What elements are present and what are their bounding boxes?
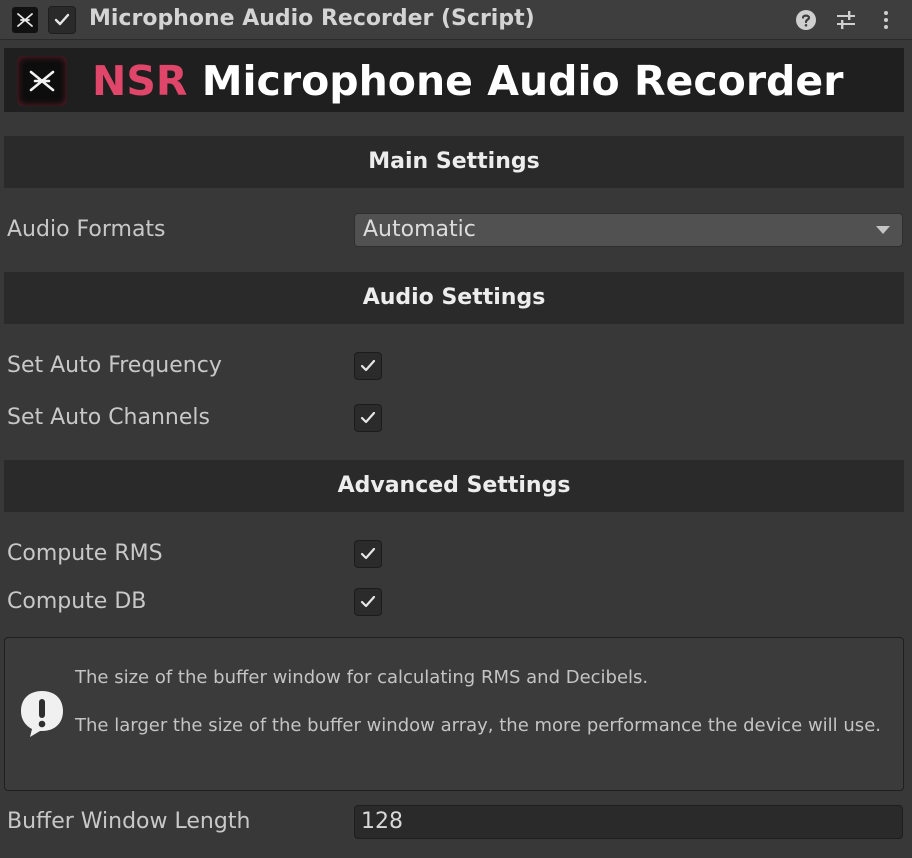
help-line-1: The size of the buffer window for calcul… bbox=[75, 667, 649, 688]
section-audio-settings: Audio Settings bbox=[4, 272, 904, 324]
chevron-down-icon bbox=[876, 226, 890, 234]
buffer-window-length-label: Buffer Window Length bbox=[7, 809, 251, 834]
section-advanced-settings: Advanced Settings bbox=[4, 460, 904, 512]
audio-formats-label: Audio Formats bbox=[7, 217, 166, 242]
banner-title: NSR Microphone Audio Recorder bbox=[92, 52, 843, 110]
set-auto-channels-checkbox[interactable] bbox=[354, 404, 382, 432]
help-line-2: The larger the size of the buffer window… bbox=[75, 715, 881, 736]
set-auto-channels-label: Set Auto Channels bbox=[7, 405, 210, 430]
checkmark-icon bbox=[360, 359, 376, 372]
banner-brand: NSR bbox=[92, 57, 188, 105]
section-main-settings: Main Settings bbox=[4, 136, 904, 188]
component-title: Microphone Audio Recorder (Script) bbox=[89, 6, 535, 31]
checkmark-icon bbox=[360, 411, 376, 424]
nsr-logo-icon bbox=[12, 7, 38, 33]
kebab-menu-icon[interactable] bbox=[874, 8, 898, 32]
compute-db-label: Compute DB bbox=[7, 589, 147, 614]
help-box: The size of the buffer window for calcul… bbox=[4, 637, 904, 791]
warning-icon bbox=[21, 691, 63, 737]
audio-formats-dropdown[interactable]: Automatic bbox=[354, 213, 903, 247]
compute-rms-label: Compute RMS bbox=[7, 541, 163, 566]
compute-db-checkbox[interactable] bbox=[354, 588, 382, 616]
buffer-window-length-input[interactable]: 128 bbox=[354, 805, 903, 839]
checkmark-icon bbox=[360, 547, 376, 560]
checkmark-icon bbox=[360, 595, 376, 608]
component-enabled-checkbox[interactable] bbox=[48, 6, 76, 34]
set-auto-frequency-label: Set Auto Frequency bbox=[7, 353, 222, 378]
help-icon[interactable] bbox=[794, 8, 818, 32]
buffer-window-length-value: 128 bbox=[361, 809, 403, 834]
inspector-panel: Microphone Audio Recorder (Script) NSR M… bbox=[0, 0, 912, 858]
nsr-logo-icon bbox=[17, 56, 67, 106]
component-header[interactable]: Microphone Audio Recorder (Script) bbox=[0, 0, 912, 40]
compute-rms-checkbox[interactable] bbox=[354, 540, 382, 568]
set-auto-frequency-checkbox[interactable] bbox=[354, 352, 382, 380]
title-banner: NSR Microphone Audio Recorder bbox=[4, 48, 904, 112]
banner-title-text: Microphone Audio Recorder bbox=[187, 57, 844, 105]
audio-formats-value: Automatic bbox=[363, 217, 476, 242]
presets-icon[interactable] bbox=[834, 8, 858, 32]
help-box-text: The size of the buffer window for calcul… bbox=[75, 666, 899, 738]
